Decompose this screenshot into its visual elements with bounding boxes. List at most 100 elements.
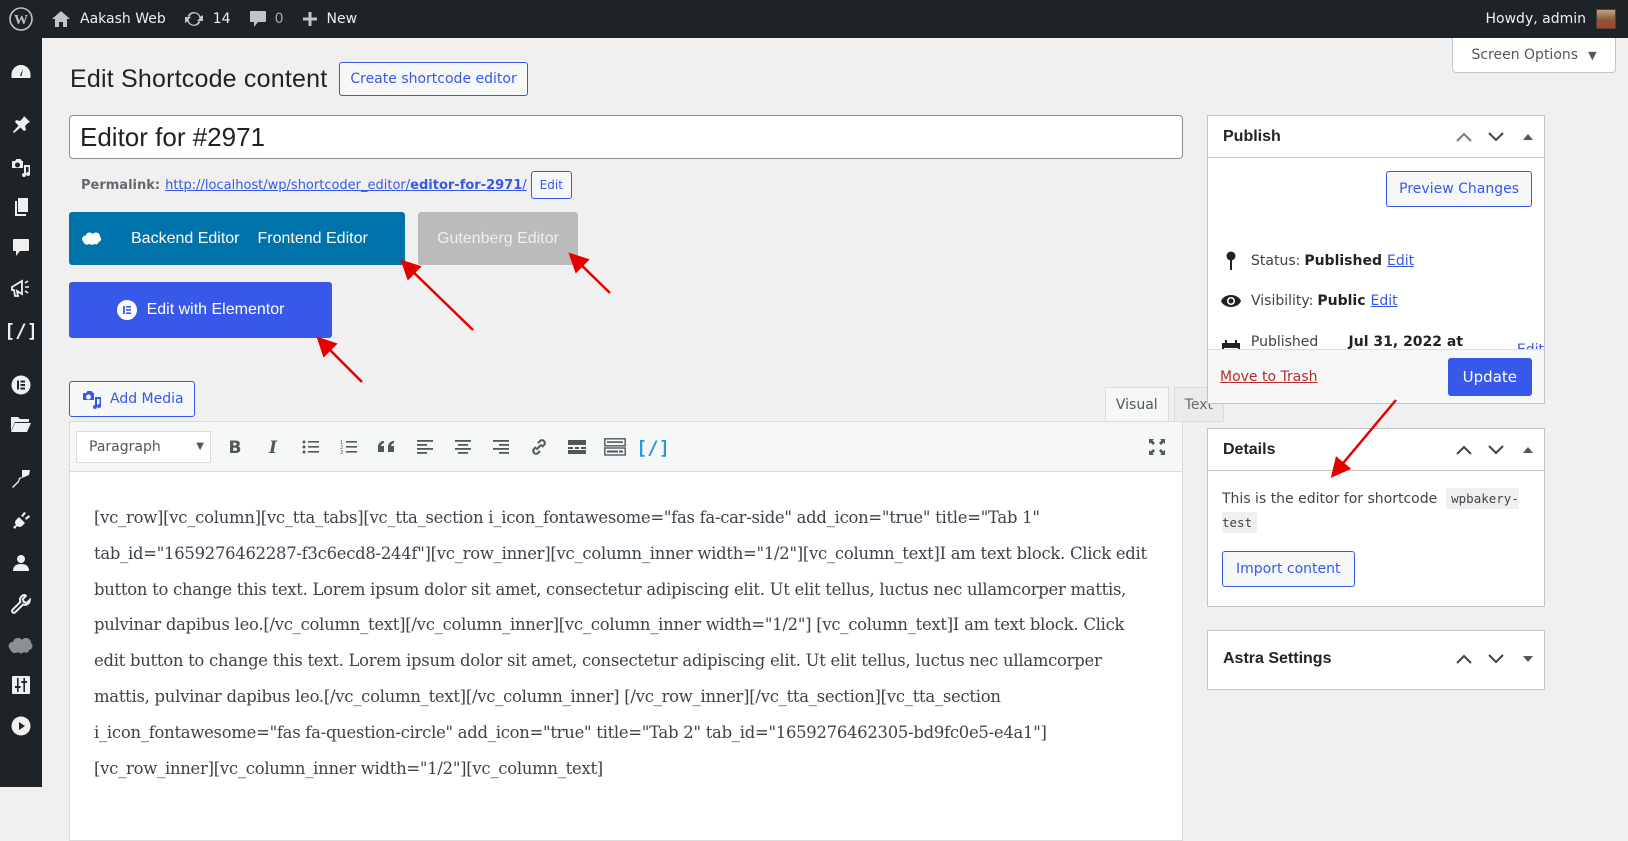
svg-text:W: W [14, 13, 28, 28]
menu-users[interactable] [0, 546, 42, 580]
menu-wpbakery[interactable] [0, 629, 42, 663]
menu-shortcoder[interactable]: [/] [0, 313, 42, 347]
visibility-label: Visibility: [1251, 293, 1313, 309]
status-value: Published [1304, 253, 1382, 269]
astra-settings-header[interactable]: Astra Settings [1208, 631, 1544, 687]
menu-appearance[interactable] [0, 462, 42, 496]
wordpress-logo-icon: W [9, 7, 33, 31]
fullscreen-icon [1147, 437, 1167, 457]
post-title-input[interactable]: Editor for #2971 [69, 115, 1183, 159]
elementor-icon [11, 375, 31, 395]
align-center-icon [454, 439, 472, 455]
move-down-button[interactable] [1480, 432, 1512, 468]
play-icon [11, 716, 31, 736]
move-up-button[interactable] [1448, 641, 1480, 677]
editor-content[interactable]: [vc_row][vc_column][vc_tta_tabs][vc_tta_… [70, 472, 1182, 786]
avatar [1596, 9, 1616, 29]
menu-dashboard[interactable] [0, 55, 42, 89]
new-content-menu[interactable]: New [293, 0, 367, 38]
user-icon [11, 553, 31, 573]
align-right-button[interactable] [482, 431, 520, 463]
visibility-value: Public [1317, 293, 1365, 309]
shortcode-icon: [/] [640, 436, 666, 458]
menu-video[interactable] [0, 709, 42, 743]
details-text: This is the editor for shortcode [1222, 491, 1437, 507]
updates-menu[interactable]: 14 [175, 0, 240, 38]
bold-button[interactable]: B [216, 431, 254, 463]
link-icon [529, 437, 549, 457]
screen-options-button[interactable]: Screen Options ▼ [1452, 38, 1616, 73]
svg-text:I: I [268, 439, 278, 455]
site-name-menu[interactable]: Aakash Web [42, 0, 175, 38]
align-right-icon [492, 439, 510, 455]
publish-box: Publish Preview Changes Status: Publishe… [1207, 115, 1545, 404]
numbered-list-button[interactable]: 123 [330, 431, 368, 463]
sliders-icon [11, 675, 31, 695]
format-select[interactable]: Paragraph ▼ [76, 431, 211, 463]
menu-posts[interactable] [0, 108, 42, 142]
align-left-button[interactable] [406, 431, 444, 463]
menu-tools[interactable] [0, 587, 42, 621]
blockquote-button[interactable] [368, 431, 406, 463]
move-to-trash-link[interactable]: Move to Trash [1220, 369, 1318, 385]
menu-feedback[interactable] [0, 271, 42, 305]
permalink-link[interactable]: http://localhost/wp/shortcoder_editor/ed… [165, 178, 527, 193]
gutenberg-editor-button[interactable]: Gutenberg Editor [418, 212, 578, 265]
wordpress-logo-menu[interactable]: W [0, 0, 42, 38]
create-shortcode-editor-button[interactable]: Create shortcode editor [339, 62, 527, 96]
frontend-editor-button[interactable]: Frontend Editor [258, 230, 368, 248]
status-row: Status: Published Edit [1220, 251, 1414, 271]
update-button[interactable]: Update [1448, 358, 1532, 396]
toolbar-toggle-button[interactable] [596, 431, 634, 463]
move-down-button[interactable] [1480, 641, 1512, 677]
bulleted-list-icon [302, 439, 320, 455]
astra-settings-title: Astra Settings [1223, 650, 1331, 668]
edit-slug-button[interactable]: Edit [531, 171, 572, 199]
tab-visual[interactable]: Visual [1105, 387, 1169, 422]
menu-comments[interactable] [0, 230, 42, 264]
fullscreen-button[interactable] [1138, 431, 1176, 463]
site-name: Aakash Web [80, 11, 166, 27]
move-down-button[interactable] [1480, 119, 1512, 155]
triangle-up-icon [1522, 132, 1534, 142]
plugin-icon [10, 510, 32, 532]
menu-templates[interactable] [0, 407, 42, 441]
greeting: Howdy, admin [1486, 11, 1586, 27]
menu-pages[interactable] [0, 190, 42, 224]
wrench-icon [10, 593, 32, 615]
wpbakery-switch-bar: Backend Editor Frontend Editor [69, 212, 405, 265]
toggle-panel-button[interactable] [1512, 119, 1544, 155]
bulleted-list-button[interactable] [292, 431, 330, 463]
backend-editor-button[interactable]: Backend Editor [115, 230, 240, 248]
edit-status-link[interactable]: Edit [1387, 253, 1414, 269]
wpbakery-logo[interactable] [69, 231, 115, 247]
wpbakery-cloud-icon [8, 636, 34, 656]
my-account-menu[interactable]: Howdy, admin [1477, 0, 1628, 38]
read-more-button[interactable] [558, 431, 596, 463]
bold-icon: B [228, 439, 242, 455]
italic-button[interactable]: I [254, 431, 292, 463]
menu-plugins[interactable] [0, 504, 42, 538]
edit-visibility-link[interactable]: Edit [1371, 293, 1398, 309]
elementor-icon [117, 300, 137, 320]
preview-changes-button[interactable]: Preview Changes [1386, 171, 1532, 207]
shortcoder-button[interactable]: [/] [634, 431, 672, 463]
edit-with-elementor-button[interactable]: Edit with Elementor [69, 282, 332, 338]
menu-elementor[interactable] [0, 368, 42, 402]
plus-icon [302, 11, 318, 27]
menu-settings[interactable] [0, 668, 42, 702]
align-center-button[interactable] [444, 431, 482, 463]
home-icon [51, 10, 71, 28]
read-more-icon [568, 440, 586, 454]
add-media-button[interactable]: Add Media [69, 381, 195, 417]
menu-media[interactable] [0, 150, 42, 184]
paintbrush-icon [10, 468, 32, 490]
wpbakery-cloud-icon [81, 231, 103, 247]
insert-link-button[interactable] [520, 431, 558, 463]
move-up-button[interactable] [1448, 432, 1480, 468]
toggle-panel-button[interactable] [1512, 432, 1544, 468]
import-content-button[interactable]: Import content [1222, 551, 1355, 587]
comments-menu[interactable]: 0 [240, 0, 293, 38]
toggle-panel-button[interactable] [1512, 641, 1544, 677]
move-up-button[interactable] [1448, 119, 1480, 155]
